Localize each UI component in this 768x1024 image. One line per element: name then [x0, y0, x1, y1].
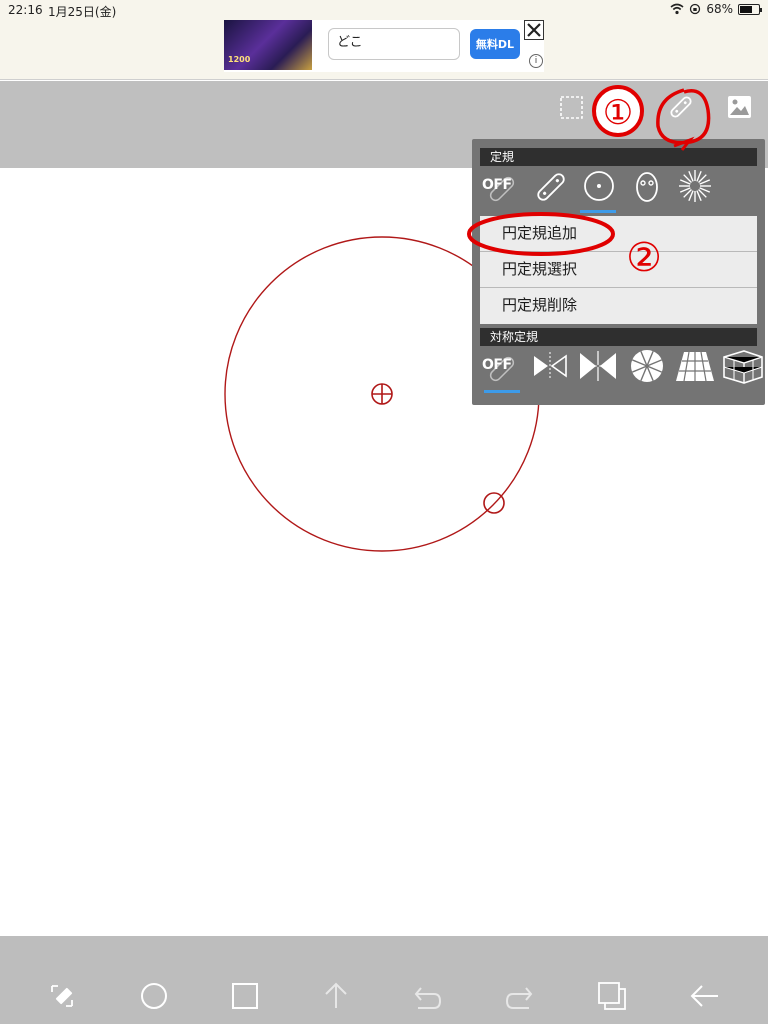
- status-bar: 22:16 1月25日(金) 68%: [0, 0, 768, 20]
- menu-select-circle-ruler[interactable]: 円定規選択: [480, 252, 757, 288]
- symmetry-off-label: OFF: [482, 357, 512, 373]
- undo-icon[interactable]: [412, 980, 444, 1012]
- ad-banner-area: 1200 どこ 無料DL i: [0, 20, 768, 80]
- battery-percent: 68%: [706, 2, 733, 16]
- orientation-lock-icon: [690, 3, 701, 15]
- battery-icon: [738, 3, 762, 15]
- back-icon[interactable]: [688, 980, 720, 1012]
- symmetry-off-selected-indicator: [484, 390, 520, 393]
- circle-brush-icon[interactable]: [138, 980, 170, 1012]
- circle-ruler-selected-indicator: [580, 210, 616, 213]
- ellipse-ruler-button[interactable]: [624, 167, 670, 213]
- ad-info-icon[interactable]: i: [529, 54, 543, 68]
- ad-download-button[interactable]: 無料DL: [470, 29, 520, 59]
- ad-banner[interactable]: 1200 どこ 無料DL i: [224, 20, 544, 72]
- selection-icon[interactable]: [558, 93, 586, 121]
- rotational-symmetry-button[interactable]: [624, 347, 670, 393]
- layers-icon[interactable]: [596, 980, 628, 1012]
- straight-ruler-icon: [537, 173, 565, 201]
- image-icon[interactable]: [726, 93, 754, 121]
- ellipse-ruler-icon: [636, 172, 658, 202]
- ad-search-field[interactable]: どこ: [328, 28, 460, 60]
- redo-icon[interactable]: [503, 980, 535, 1012]
- ruler-radius-handle[interactable]: [483, 492, 505, 514]
- radial-ruler-icon: [679, 170, 711, 202]
- status-date: 1月25日(金): [48, 5, 117, 19]
- transform-icon[interactable]: [46, 980, 78, 1012]
- menu-add-circle-ruler[interactable]: 円定規追加: [480, 216, 757, 252]
- status-time: 22:16: [8, 3, 43, 17]
- perspective-3d-icon: [723, 350, 763, 384]
- perspective-1pt-button[interactable]: [672, 347, 718, 393]
- symmetry-panel-header: 対称定規: [480, 328, 757, 346]
- rotational-symmetry-icon: [631, 350, 663, 382]
- perspective-grid-icon: [676, 351, 714, 382]
- radial-ruler-button[interactable]: [672, 167, 718, 213]
- menu-delete-circle-ruler[interactable]: 円定規削除: [480, 288, 757, 324]
- ad-close-icon[interactable]: [524, 20, 544, 40]
- pointer-icon[interactable]: [611, 97, 639, 125]
- square-layer-icon[interactable]: [229, 980, 261, 1012]
- ruler-off-label: OFF: [482, 177, 512, 193]
- upload-icon[interactable]: [320, 980, 352, 1012]
- ruler-panel: 定規 OFF 円定規追加 円定規選択 円定規削除 対称定規 OFF: [472, 139, 765, 405]
- ad-thumbnail[interactable]: 1200: [224, 20, 312, 70]
- ruler-icon[interactable]: [667, 93, 695, 121]
- circle-ruler-button[interactable]: [576, 167, 622, 213]
- perspective-3d-button[interactable]: [720, 347, 766, 393]
- symmetry-off-button[interactable]: OFF: [480, 347, 526, 393]
- mirror-symmetry-button[interactable]: [528, 347, 574, 393]
- circle-ruler-icon: [584, 171, 614, 201]
- symmetry-type-row: OFF: [480, 347, 763, 393]
- kaleidoscope-symmetry-icon: [580, 351, 616, 381]
- wifi-icon: [670, 3, 684, 15]
- ruler-off-button[interactable]: OFF: [480, 167, 526, 213]
- ruler-center-handle[interactable]: [371, 383, 393, 405]
- ruler-panel-header: 定規: [480, 148, 757, 166]
- bottom-toolbar: [0, 936, 768, 1024]
- status-right: 68%: [670, 2, 762, 16]
- mirror-symmetry-icon: [534, 352, 567, 380]
- ruler-type-row: OFF: [480, 167, 757, 213]
- circle-ruler-menu: 円定規追加 円定規選択 円定規削除: [480, 216, 757, 324]
- ad-thumbnail-text: 1200: [228, 55, 251, 64]
- kaleidoscope-symmetry-button[interactable]: [576, 347, 622, 393]
- straight-ruler-button[interactable]: [528, 167, 574, 213]
